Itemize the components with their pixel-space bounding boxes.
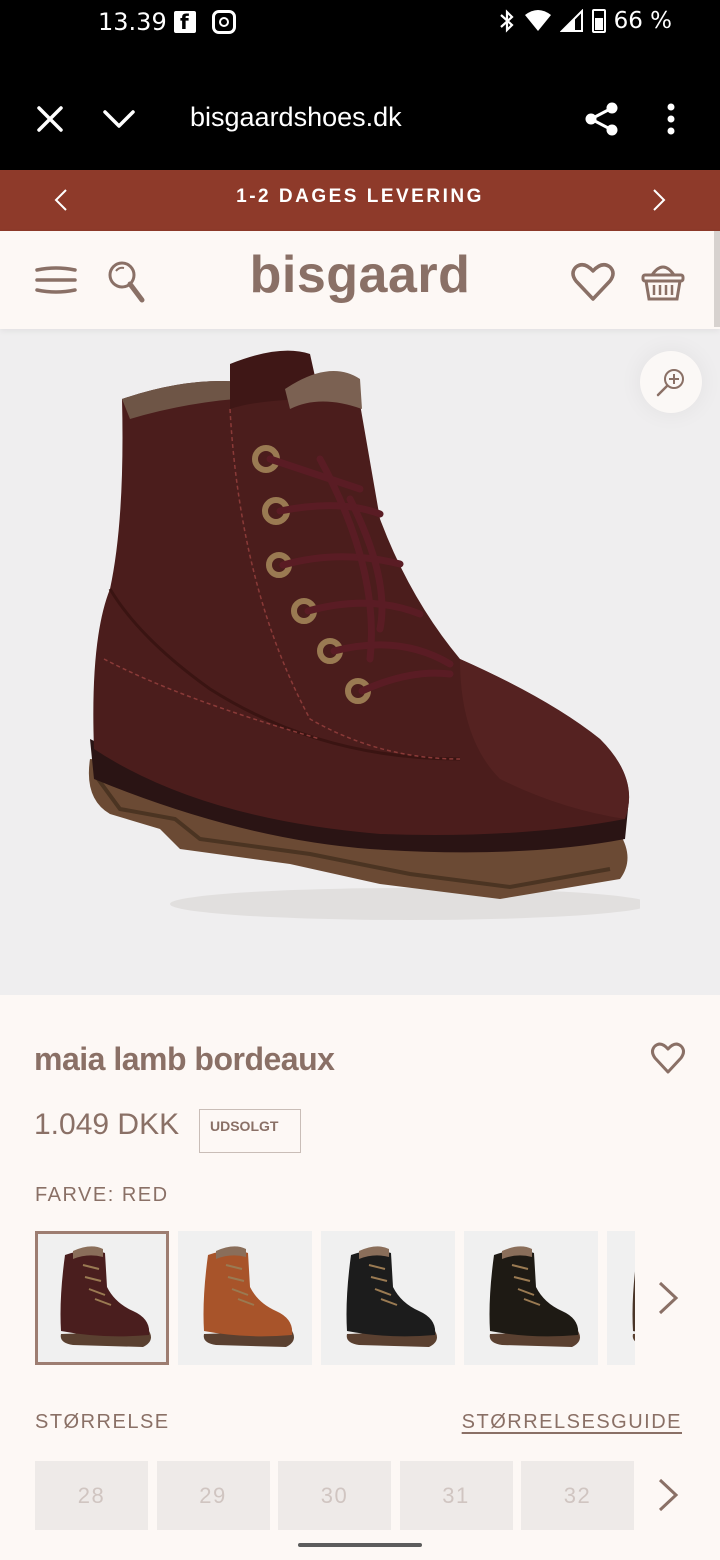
size-option[interactable]: 30 <box>278 1461 391 1531</box>
swatch-boot-image <box>60 1246 151 1347</box>
swatches-next-icon[interactable] <box>654 1280 682 1316</box>
add-to-wishlist-icon[interactable] <box>650 1041 686 1075</box>
zoom-in-icon <box>656 369 684 397</box>
battery-icon <box>591 9 606 33</box>
size-label: STØRRELSE <box>35 1411 170 1433</box>
status-bar: 13.39 f 66 % <box>0 0 720 48</box>
share-icon[interactable] <box>584 101 620 137</box>
product-info: maia lamb bordeaux 1.049 DKK UDSOLGT FAR… <box>0 995 720 1560</box>
swatch-boot-image <box>489 1246 580 1347</box>
product-gallery[interactable] <box>0 329 720 1253</box>
signal-icon <box>559 9 583 32</box>
zoom-button[interactable] <box>640 351 702 413</box>
size-options: 28 29 30 31 32 <box>35 1461 635 1531</box>
color-swatch[interactable] <box>321 1231 455 1365</box>
page-scrollbar[interactable] <box>714 231 720 327</box>
color-swatches <box>35 1231 635 1365</box>
size-option[interactable]: 31 <box>399 1461 513 1531</box>
color-swatch[interactable] <box>464 1231 598 1365</box>
color-swatch[interactable] <box>178 1231 312 1365</box>
size-option[interactable]: 28 <box>35 1461 148 1531</box>
color-label: FARVE: RED <box>35 1184 169 1206</box>
color-swatch[interactable] <box>607 1231 635 1365</box>
wishlist-icon[interactable] <box>570 261 616 303</box>
facebook-icon: f <box>174 10 196 34</box>
swatch-boot-image <box>346 1246 437 1347</box>
product-title: maia lamb bordeaux <box>34 1041 335 1077</box>
instagram-icon <box>212 10 236 34</box>
size-option[interactable]: 32 <box>521 1461 634 1531</box>
color-swatch[interactable] <box>35 1231 169 1365</box>
site-header: bisgaard <box>0 231 720 329</box>
sizes-next-icon[interactable] <box>654 1477 682 1513</box>
close-icon[interactable] <box>34 103 66 135</box>
facebook-glyph: f <box>180 10 189 34</box>
more-options-icon[interactable] <box>660 102 682 136</box>
swatch-boot-image <box>203 1246 294 1347</box>
home-gesture-pill[interactable] <box>298 1543 422 1547</box>
url-text[interactable]: bisgaardshoes.dk <box>190 102 402 133</box>
chevron-down-icon[interactable] <box>102 103 136 135</box>
status-time: 13.39 <box>98 8 167 36</box>
product-price: 1.049 DKK <box>34 1108 180 1141</box>
promo-next-icon[interactable] <box>644 186 672 214</box>
status-right: 66 % <box>498 8 672 34</box>
basket-icon[interactable] <box>640 261 686 303</box>
size-option[interactable]: 29 <box>156 1461 270 1531</box>
battery-level: 66 % <box>613 8 672 34</box>
swatch-boot-image <box>632 1271 635 1342</box>
bluetooth-icon <box>499 9 514 33</box>
promo-banner: 1-2 DAGES LEVERING <box>0 170 720 231</box>
product-image <box>88 350 640 920</box>
promo-text: 1-2 DAGES LEVERING <box>236 186 484 207</box>
browser-toolbar: bisgaardshoes.dk <box>0 48 720 170</box>
wifi-icon <box>524 10 551 31</box>
size-guide-link[interactable]: STØRRELSESGUIDE <box>462 1411 682 1434</box>
gesture-navbar <box>0 1530 720 1560</box>
sold-out-badge: UDSOLGT <box>199 1109 301 1153</box>
